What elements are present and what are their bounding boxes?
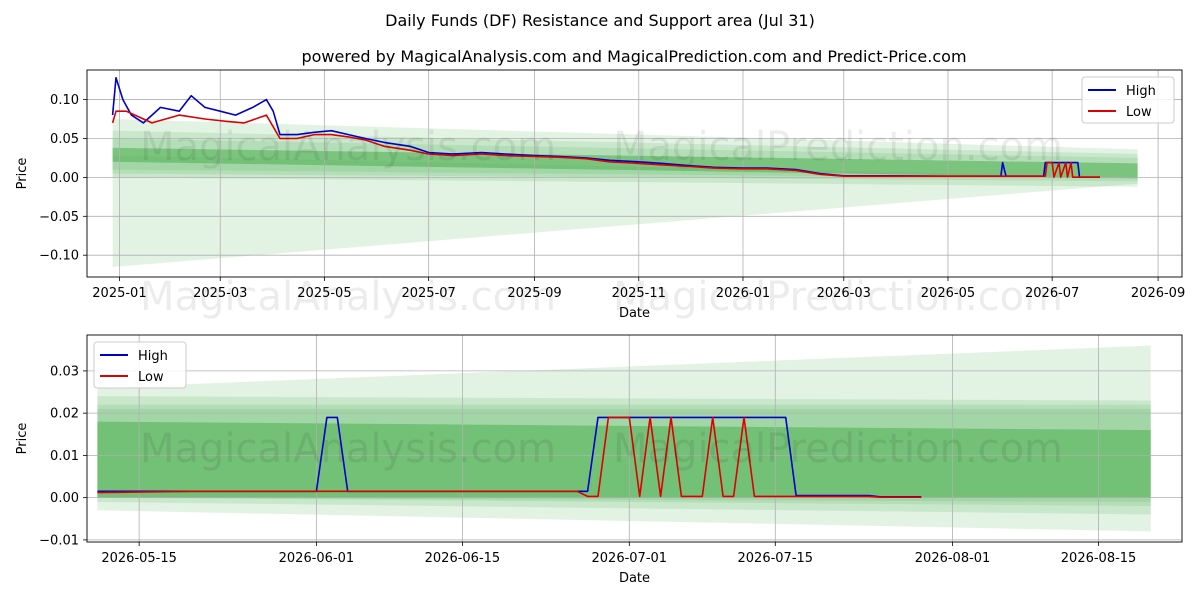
y-tick-label: −0.10	[39, 249, 79, 264]
figure: Daily Funds (DF) Resistance and Support …	[15, 11, 1185, 586]
y-axis-label: Price	[15, 158, 30, 190]
legend-label-low: Low	[1126, 105, 1152, 120]
watermark-prediction-bottom: MagicalPrediction.com	[613, 426, 1063, 472]
x-tick-label: 2026-06-15	[425, 551, 501, 566]
legend-label-high: High	[1126, 84, 1156, 99]
x-tick-label: 2026-07-01	[592, 551, 668, 566]
y-axis-label: Price	[15, 423, 30, 455]
watermark-analysis-mid: MagicalAnalysis.com	[140, 274, 556, 320]
legend-label-high: High	[138, 349, 168, 364]
y-tick-label: 0.00	[50, 491, 79, 506]
watermark-analysis-top: MagicalAnalysis.com	[140, 124, 556, 170]
y-tick-label: 0.03	[50, 364, 79, 379]
chart-subtitle: powered by MagicalAnalysis.com and Magic…	[301, 47, 966, 66]
x-tick-label: 2026-05-15	[101, 551, 177, 566]
legend-label-low: Low	[138, 370, 164, 385]
watermark-prediction-mid: MagicalPrediction.com	[613, 274, 1063, 320]
y-tick-label: 0.05	[50, 132, 79, 147]
chart-title: Daily Funds (DF) Resistance and Support …	[385, 11, 815, 30]
watermark-analysis-bottom: MagicalAnalysis.com	[140, 426, 556, 472]
x-tick-label: 2026-09	[1131, 286, 1185, 301]
watermark-prediction-top: MagicalPrediction.com	[613, 124, 1063, 170]
x-tick-label: 2026-08-01	[915, 551, 991, 566]
x-tick-label: 2026-06-01	[279, 551, 355, 566]
legend: High Low	[1081, 76, 1175, 124]
y-tick-label: −0.01	[39, 533, 79, 548]
y-tick-label: 0.10	[50, 93, 79, 108]
x-tick-label: 2026-07-15	[738, 551, 814, 566]
legend: High Low	[93, 341, 187, 389]
y-tick-label: 0.02	[50, 407, 79, 422]
y-tick-label: 0.00	[50, 171, 79, 186]
y-tick-label: 0.01	[50, 449, 79, 464]
y-tick-label: −0.05	[39, 210, 79, 225]
x-axis-label: Date	[619, 571, 650, 586]
x-tick-label: 2026-08-15	[1061, 551, 1137, 566]
x-tick-label: 2025-01	[92, 286, 146, 301]
